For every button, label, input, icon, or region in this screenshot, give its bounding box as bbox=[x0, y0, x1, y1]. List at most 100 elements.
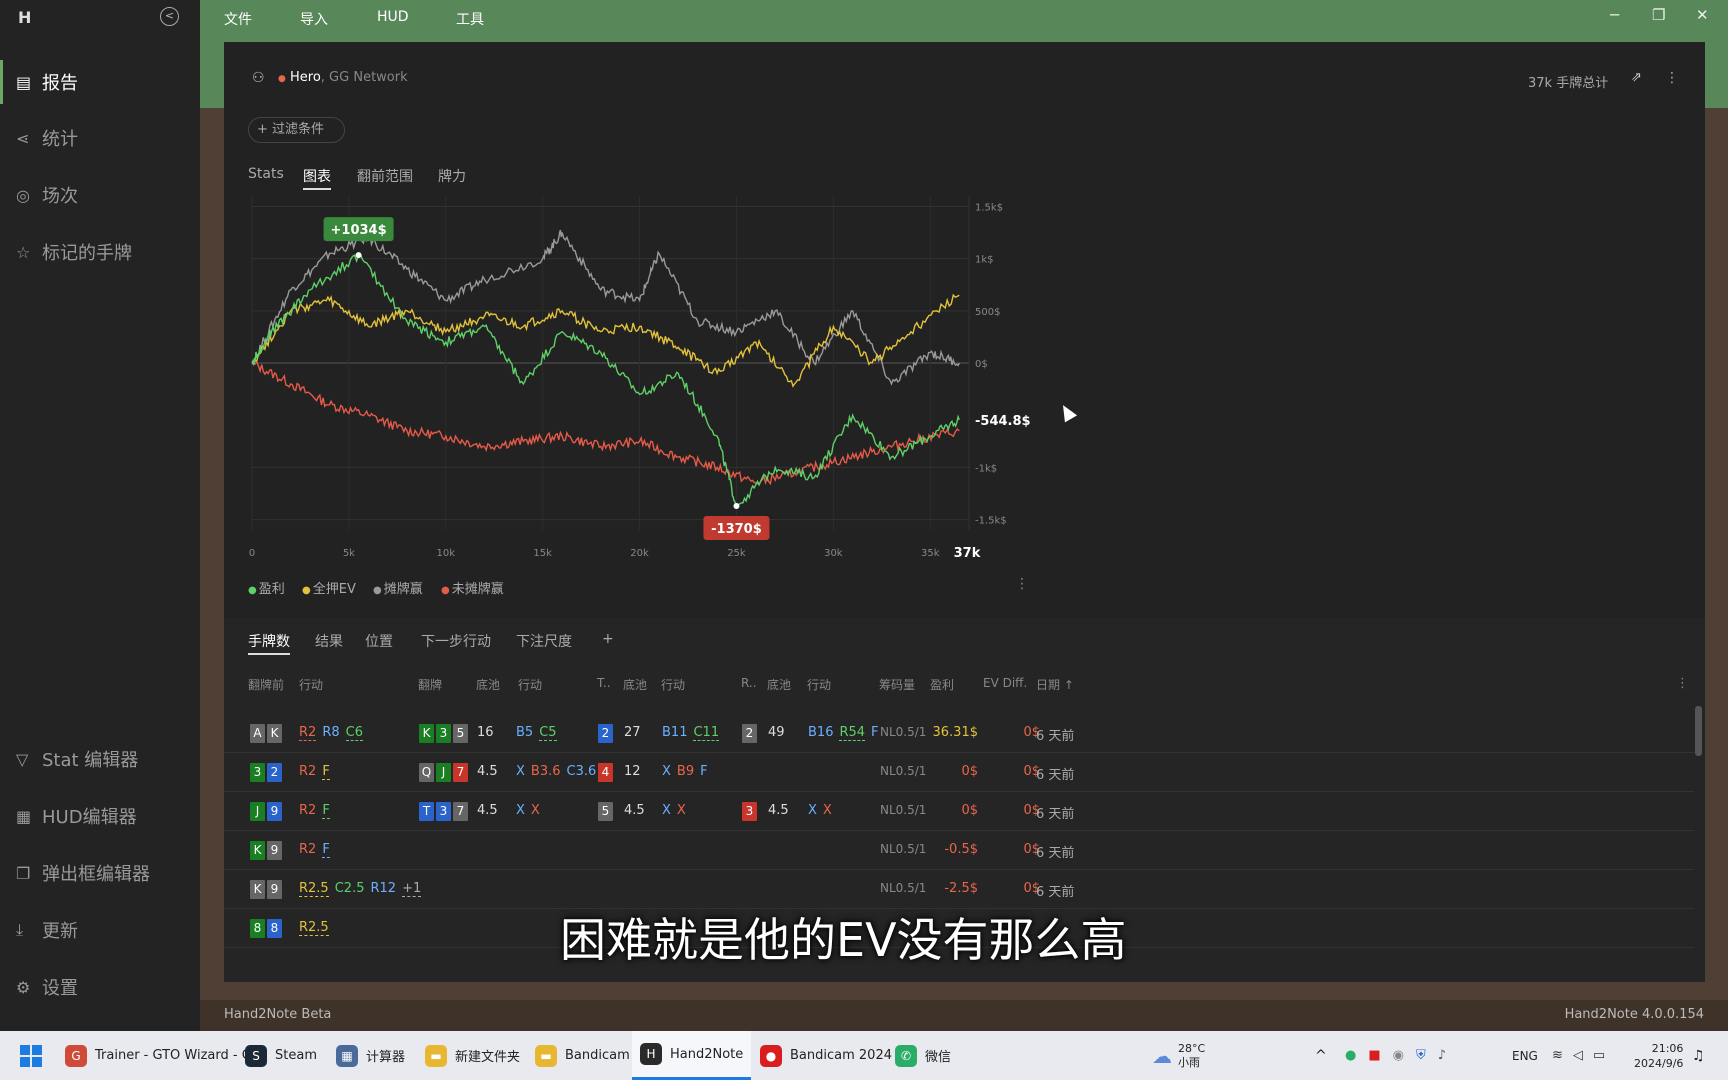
tray-icon[interactable]: ◉ bbox=[1393, 1048, 1404, 1063]
table-header-14[interactable]: 日期 ↑ bbox=[1036, 676, 1074, 693]
sidebar-item-2[interactable]: ◎ 场次 bbox=[0, 173, 200, 217]
table-tab-5[interactable]: + bbox=[602, 631, 614, 647]
action-label: R2 bbox=[299, 803, 317, 818]
action-label: F bbox=[322, 764, 330, 780]
filter-button[interactable]: + 过滤条件 bbox=[248, 117, 345, 143]
sidebar-item-3[interactable]: ☆ 标记的手牌 bbox=[0, 230, 200, 274]
series-line-3[interactable] bbox=[251, 360, 960, 486]
table-header-4[interactable]: 行动 bbox=[518, 676, 542, 693]
table-header-2[interactable]: 翻牌 bbox=[418, 676, 442, 693]
wechat-tray-icon[interactable]: ● bbox=[1345, 1048, 1356, 1063]
sidebar-bottom-item-0[interactable]: ▽ Stat 编辑器 bbox=[0, 737, 200, 781]
menu-item-1[interactable]: 导入 bbox=[300, 9, 328, 29]
table-header-1[interactable]: 行动 bbox=[299, 676, 323, 693]
table-header-0[interactable]: 翻牌前 bbox=[248, 676, 284, 693]
legend-item-1[interactable]: ● 全押EV bbox=[302, 578, 356, 597]
weather-widget[interactable]: ☁ 28°C 小雨 bbox=[1152, 1031, 1205, 1080]
sidebar-bottom-item-3[interactable]: ⤓ 更新 bbox=[0, 908, 200, 952]
table-header-6[interactable]: 底池 bbox=[623, 676, 647, 693]
table-tab-0[interactable]: 手牌数 bbox=[248, 631, 290, 655]
export-icon[interactable]: ⇗ bbox=[1631, 70, 1642, 85]
more-icon[interactable]: ⋮ bbox=[1665, 70, 1679, 86]
table-tab-3[interactable]: 下一步行动 bbox=[421, 631, 491, 651]
legend-item-2[interactable]: ● 摊牌赢 bbox=[373, 578, 423, 597]
clock-time: 21:06 bbox=[1651, 1041, 1684, 1055]
tray-chevron-icon[interactable]: ^ bbox=[1315, 1031, 1327, 1080]
legend-item-0[interactable]: ● 盈利 bbox=[248, 578, 285, 597]
table-header-12[interactable]: 盈利 bbox=[930, 676, 954, 693]
sidebar-bottom-item-1[interactable]: ▦ HUD编辑器 bbox=[0, 794, 200, 838]
taskbar-app-2[interactable]: ▦ 计算器 bbox=[336, 1031, 405, 1080]
table-header-13[interactable]: EV Diff. bbox=[983, 676, 1027, 690]
stake: NL0.5/1 bbox=[880, 881, 927, 895]
report-tab-2[interactable]: 翻前范围 bbox=[357, 166, 413, 186]
river-pot: 49 bbox=[768, 725, 785, 740]
action-label: X bbox=[808, 803, 817, 818]
player-info[interactable]: ● Hero, GG Network bbox=[278, 70, 408, 85]
menu-item-2[interactable]: HUD bbox=[377, 9, 409, 25]
chart-menu-icon[interactable]: ⋮ bbox=[1015, 576, 1029, 592]
sidebar-item-1[interactable]: ⋖ 统计 bbox=[0, 116, 200, 160]
table-scrollbar[interactable] bbox=[1695, 706, 1702, 756]
app-tray-icon[interactable]: ■ bbox=[1368, 1048, 1380, 1063]
layout-icon: ▦ bbox=[16, 806, 32, 826]
clock[interactable]: 21:06 2024/9/6 bbox=[1634, 1031, 1683, 1080]
menu-item-0[interactable]: 文件 bbox=[224, 9, 252, 29]
collapse-sidebar-icon[interactable]: < bbox=[160, 7, 179, 26]
legend-item-3[interactable]: ● 未摊牌赢 bbox=[441, 578, 504, 597]
table-header-10[interactable]: 行动 bbox=[807, 676, 831, 693]
table-tab-4[interactable]: 下注尺度 bbox=[516, 631, 572, 651]
taskbar-app-3[interactable]: ▬ 新建文件夹 bbox=[425, 1031, 520, 1080]
restore-icon[interactable]: ❐ bbox=[1652, 6, 1665, 24]
table-header-7[interactable]: 行动 bbox=[661, 676, 685, 693]
table-tab-2[interactable]: 位置 bbox=[365, 631, 393, 651]
taskbar-app-4[interactable]: ▬ Bandicam bbox=[535, 1031, 630, 1080]
min-label: -1370$ bbox=[711, 522, 762, 537]
table-row[interactable]: J9 R2 F T37 4.5 XX 5 4.5 XX 3 4.5 XX NL0.… bbox=[224, 792, 1694, 831]
share-icon: ⋖ bbox=[16, 128, 30, 148]
report-icon: ▤ bbox=[16, 72, 32, 92]
table-row[interactable]: K9 R2 F NL0.5/1 -0.5$ 0$ 6 天前 bbox=[224, 831, 1694, 870]
microphone-icon[interactable]: ♪ bbox=[1438, 1048, 1446, 1063]
minimize-icon[interactable]: ─ bbox=[1610, 6, 1619, 24]
table-tab-1[interactable]: 结果 bbox=[315, 631, 343, 651]
table-header-3[interactable]: 底池 bbox=[476, 676, 500, 693]
start-button[interactable] bbox=[20, 1031, 42, 1080]
sidebar-bottom-item-4[interactable]: ⚙ 设置 bbox=[0, 965, 200, 1009]
table-header-5[interactable]: T.. bbox=[597, 676, 611, 690]
series-line-1[interactable] bbox=[251, 293, 960, 388]
wifi-icon[interactable]: ≋ bbox=[1552, 1048, 1563, 1063]
sidebar-item-0[interactable]: ▤ 报告 bbox=[0, 60, 200, 104]
table-menu-icon[interactable]: ⋮ bbox=[1676, 676, 1689, 691]
notification-bell-icon[interactable]: ♫ bbox=[1692, 1031, 1705, 1080]
battery-icon[interactable]: ▭ bbox=[1593, 1048, 1605, 1063]
download-icon: ⤓ bbox=[16, 920, 24, 939]
report-tab-3[interactable]: 牌力 bbox=[438, 166, 466, 186]
shield-icon[interactable]: ⛨ bbox=[1416, 1048, 1426, 1063]
sidebar-item-label: 报告 bbox=[42, 73, 78, 94]
taskbar-app-5[interactable]: H Hand2Note bbox=[632, 1031, 752, 1080]
x-tick-label: 10k bbox=[437, 548, 456, 559]
taskbar-app-7[interactable]: ✆ 微信 bbox=[895, 1031, 951, 1080]
taskbar-app-0[interactable]: G Trainer - GTO Wizard - C bbox=[65, 1031, 251, 1080]
taskbar-app-6[interactable]: ● Bandicam 2024 bbox=[760, 1031, 892, 1080]
sidebar-bottom-item-2[interactable]: ❐ 弹出框编辑器 bbox=[0, 851, 200, 895]
table-row[interactable]: AK R2 R8 C6 K35 16 B5 C5 2 27 B11 C11 2 49 B… bbox=[224, 714, 1694, 753]
report-tab-0[interactable]: Stats bbox=[248, 166, 284, 182]
table-row[interactable]: 32 R2 F QJ7 4.5 X B3.6 C3.6 4 12 X B9 F NL0.5… bbox=[224, 753, 1694, 792]
video-subtitle: 困难就是他的EV没有那么高 bbox=[560, 913, 1127, 967]
action-label: F bbox=[322, 803, 330, 819]
profit: 0$ bbox=[961, 803, 978, 818]
table-header-9[interactable]: 底池 bbox=[767, 676, 791, 693]
sidebar: H < ▤ 报告 ⋖ 统计 ◎ 场次 ☆ 标记的手牌 ▽ Stat 编辑器 ▦ HUD编辑器 ❐ 弹出框… bbox=[0, 0, 200, 1031]
table-header-11[interactable]: 筹码量 bbox=[879, 676, 915, 693]
close-icon[interactable]: ✕ bbox=[1696, 6, 1709, 24]
volume-icon[interactable]: ◁ bbox=[1573, 1048, 1583, 1063]
taskbar-app-1[interactable]: S Steam bbox=[245, 1031, 317, 1080]
table-header-8[interactable]: R.. bbox=[741, 676, 757, 690]
action-label: C3.6 bbox=[566, 764, 597, 779]
report-tab-1[interactable]: 图表 bbox=[303, 166, 331, 190]
language-indicator[interactable]: ENG bbox=[1512, 1031, 1538, 1080]
x-end-label: 37k bbox=[954, 546, 981, 561]
menu-item-3[interactable]: 工具 bbox=[456, 9, 484, 29]
